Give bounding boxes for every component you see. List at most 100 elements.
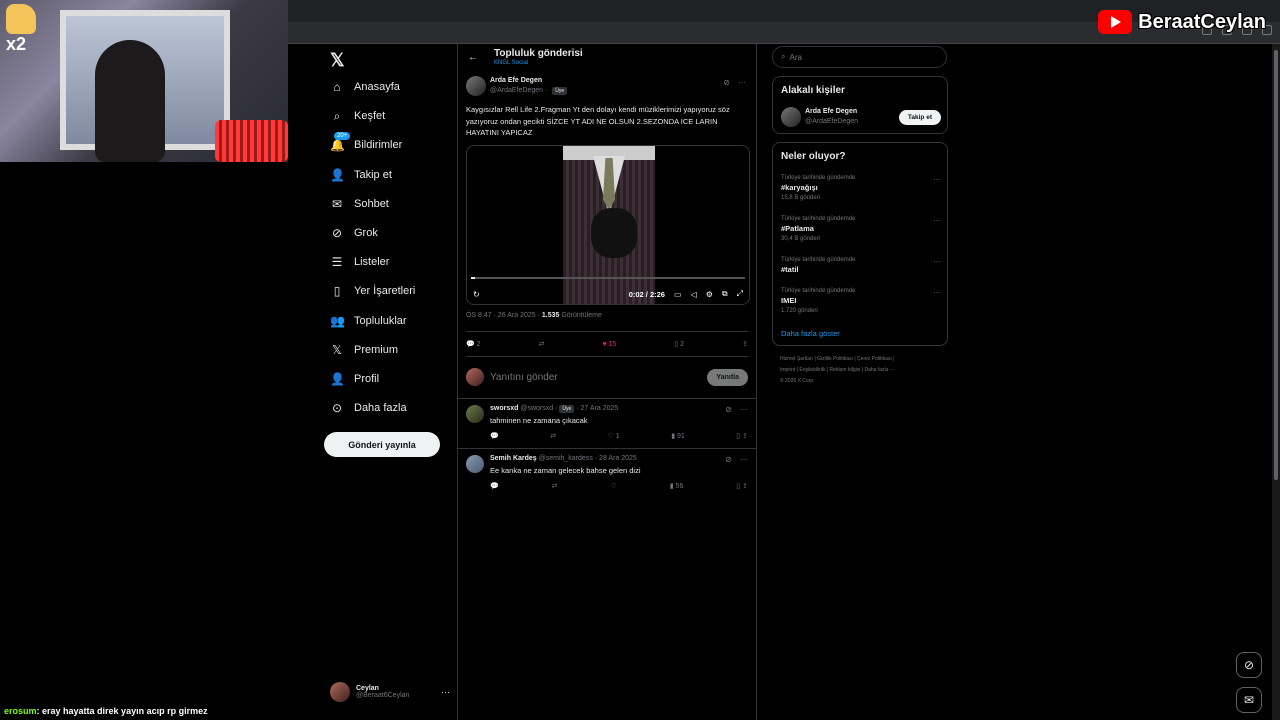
sidebar-item-bookmark[interactable]: ▯ Yer İşaretleri xyxy=(330,280,416,302)
show-more-link[interactable]: Daha fazla göster xyxy=(781,329,840,338)
community-link[interactable]: KNGL Social xyxy=(494,60,528,66)
bookmark-icon[interactable]: ▯ xyxy=(736,483,740,490)
x-logo-icon[interactable]: 𝕏 xyxy=(330,50,345,71)
share-icon[interactable]: ⇪ xyxy=(742,433,748,440)
post-meta: ÖS 8:47 · 26 Ara 2025 · 1.535 Görüntülem… xyxy=(466,312,602,319)
replay-icon[interactable]: ↻ xyxy=(473,290,480,299)
views-action[interactable]: ▮ 56 xyxy=(670,482,684,490)
author-handle[interactable]: @ArdaEfeDegen xyxy=(490,87,543,94)
multiplier-badge: x2 xyxy=(6,4,36,55)
more-icon[interactable]: ··· xyxy=(933,288,941,297)
settings-icon[interactable]: ⚙ xyxy=(706,290,713,299)
chat-username: erosum xyxy=(4,706,37,716)
avatar[interactable] xyxy=(466,455,484,473)
sidebar-item-person-add[interactable]: 👤 Takip et xyxy=(330,164,392,186)
author-name[interactable]: Arda Efe Degen xyxy=(490,77,542,84)
repost-icon[interactable]: ⇄ xyxy=(550,432,556,440)
footer-line[interactable]: Imprint | Erişilebilirlik | Reklam bilgi… xyxy=(780,365,940,376)
video-time: 0:02 / 2:26 xyxy=(628,289,665,299)
trend-item[interactable]: Türkiye tarihinde gündemde #tatil ··· xyxy=(781,257,941,274)
video-progress-bar[interactable] xyxy=(471,277,745,279)
more-icon[interactable]: ··· xyxy=(740,455,748,464)
back-arrow-icon[interactable]: ← xyxy=(468,52,478,63)
view-count: 91 xyxy=(677,433,685,440)
repost-action[interactable]: ⇄ xyxy=(539,340,545,348)
reply-icon[interactable]: 💬 xyxy=(490,482,499,490)
reply-icon[interactable]: 💬 xyxy=(490,432,499,440)
sidebar-item-list[interactable]: ☰ Listeler xyxy=(330,251,390,273)
bookmark-action[interactable]: ▯ 2 xyxy=(674,340,684,348)
reply-author[interactable]: Semih Kardeş xyxy=(490,455,537,462)
reply-handle[interactable]: @semih_kardess xyxy=(539,455,593,462)
sidebar-item-x[interactable]: 𝕏 Premium xyxy=(330,339,398,361)
hand-icon xyxy=(6,4,36,34)
video-player[interactable]: ↻ 0:02 / 2:26 ▭ ◁ ⚙ ⧉ ⤢ xyxy=(466,145,750,305)
like-action[interactable]: ♡ xyxy=(611,482,617,490)
reply-action[interactable]: 💬 2 xyxy=(466,340,481,348)
sidebar-item-label: Profil xyxy=(354,373,380,385)
more-icon[interactable]: ··· xyxy=(738,78,746,87)
reply-date[interactable]: · 27 Ara 2025 xyxy=(576,405,618,412)
more-icon[interactable]: ··· xyxy=(441,687,450,697)
page-scrollbar[interactable] xyxy=(1272,44,1280,720)
bookmark-icon[interactable]: ▯ xyxy=(736,433,740,440)
scrollbar-thumb[interactable] xyxy=(1274,50,1278,480)
sidebar-item-label: Yer İşaretleri xyxy=(354,285,416,298)
avatar[interactable] xyxy=(466,76,486,96)
reply-date[interactable]: · 28 Ara 2025 xyxy=(595,455,637,462)
search-input[interactable]: ⌕ Ara xyxy=(772,46,947,68)
related-user[interactable]: Arda Efe Degen @ArdaEfeDegen Takip et xyxy=(781,107,941,129)
reply-button[interactable]: Yanıtla xyxy=(707,368,748,386)
sidebar-item-more-circle[interactable]: ⊙ Daha fazla xyxy=(330,397,407,419)
like-action[interactable]: ♡ 1 xyxy=(608,432,620,440)
sidebar-item-communities[interactable]: 👥 Topluluklar xyxy=(330,310,407,332)
post-actions: ⊘ ··· xyxy=(723,78,746,87)
messages-fab[interactable]: ✉ xyxy=(1236,687,1262,713)
captions-icon[interactable]: ▭ xyxy=(674,290,682,299)
sidebar-item-search[interactable]: ⌕ Keşfet xyxy=(330,105,386,127)
reply-input[interactable]: Yanıtını gönder xyxy=(490,372,558,383)
more-icon[interactable]: ··· xyxy=(933,216,941,225)
like-action[interactable]: ♥ 15 xyxy=(602,341,616,348)
more-icon[interactable]: ··· xyxy=(933,257,941,266)
pip-icon[interactable]: ⧉ xyxy=(722,289,728,299)
trend-item[interactable]: Türkiye tarihinde gündemde #karyağışı 15,8… xyxy=(781,175,941,201)
more-icon[interactable]: ··· xyxy=(740,405,748,414)
sidebar-item-grok[interactable]: ⊘ Grok xyxy=(330,222,378,244)
grok-icon[interactable]: ⊘ xyxy=(725,455,732,464)
avatar[interactable] xyxy=(466,405,484,423)
sidebar-item-mail[interactable]: ✉ Sohbet xyxy=(330,193,389,215)
reply-item[interactable]: sworsxd @sworsxd · Üye · 27 Ara 2025 ⊘ ···… xyxy=(458,398,756,448)
more-icon[interactable]: ··· xyxy=(933,175,941,184)
reply-handle[interactable]: @sworsxd xyxy=(520,405,553,412)
more-circle-icon: ⊙ xyxy=(331,401,343,416)
fullscreen-icon[interactable]: ⤢ xyxy=(737,289,743,299)
main-header: ← Topluluk gönderisi KNGL Social xyxy=(458,44,756,72)
reply-item[interactable]: Semih Kardeş @semih_kardess · 28 Ara 202… xyxy=(458,448,756,498)
views-action[interactable]: ▮ 91 xyxy=(671,432,685,440)
reply-composer: Yanıtını gönder Yanıtla xyxy=(466,362,748,392)
reply-author[interactable]: sworsxd xyxy=(490,405,518,412)
sidebar-item-home[interactable]: ⌂ Anasayfa xyxy=(330,76,400,98)
account-switcher[interactable]: Ceylan @Beraat6Ceylan ··· xyxy=(330,682,450,702)
grok-fab[interactable]: ⊘ xyxy=(1236,652,1262,678)
x-icon: 𝕏 xyxy=(332,342,342,357)
trend-item[interactable]: Türkiye tarihinde gündemde IMEI 1.720 gönd… xyxy=(781,288,941,314)
trend-item[interactable]: Türkiye tarihinde gündemde #Patlama 30,4 B… xyxy=(781,216,941,242)
grok-icon[interactable]: ⊘ xyxy=(725,405,732,414)
video-frame xyxy=(563,146,655,304)
share-icon[interactable]: ⇪ xyxy=(742,483,748,490)
share-icon[interactable]: ⇪ xyxy=(742,340,748,348)
post-button[interactable]: Gönderi yayınla xyxy=(324,432,440,457)
bell-icon: 🔔 20+ xyxy=(330,132,351,152)
sidebar-item-bell[interactable]: 🔔 20+ Bildirimler xyxy=(330,132,402,156)
footer-line[interactable]: Hizmet Şartları | Gizlilik Politikası | … xyxy=(780,354,940,365)
webcam-overlay: x2 xyxy=(0,0,288,162)
grok-icon[interactable]: ⊘ xyxy=(723,78,730,87)
sidebar-item-profile[interactable]: 👤 Profil xyxy=(330,368,379,390)
volume-icon[interactable]: ◁ xyxy=(691,290,697,299)
post-author: Arda Efe Degen @ArdaEfeDegen · Üye ⊘ ··· xyxy=(466,76,748,98)
follow-button[interactable]: Takip et xyxy=(898,110,941,125)
post-time[interactable]: ÖS 8:47 · 26 Ara 2025 · xyxy=(466,312,542,319)
repost-icon[interactable]: ⇄ xyxy=(552,482,558,490)
